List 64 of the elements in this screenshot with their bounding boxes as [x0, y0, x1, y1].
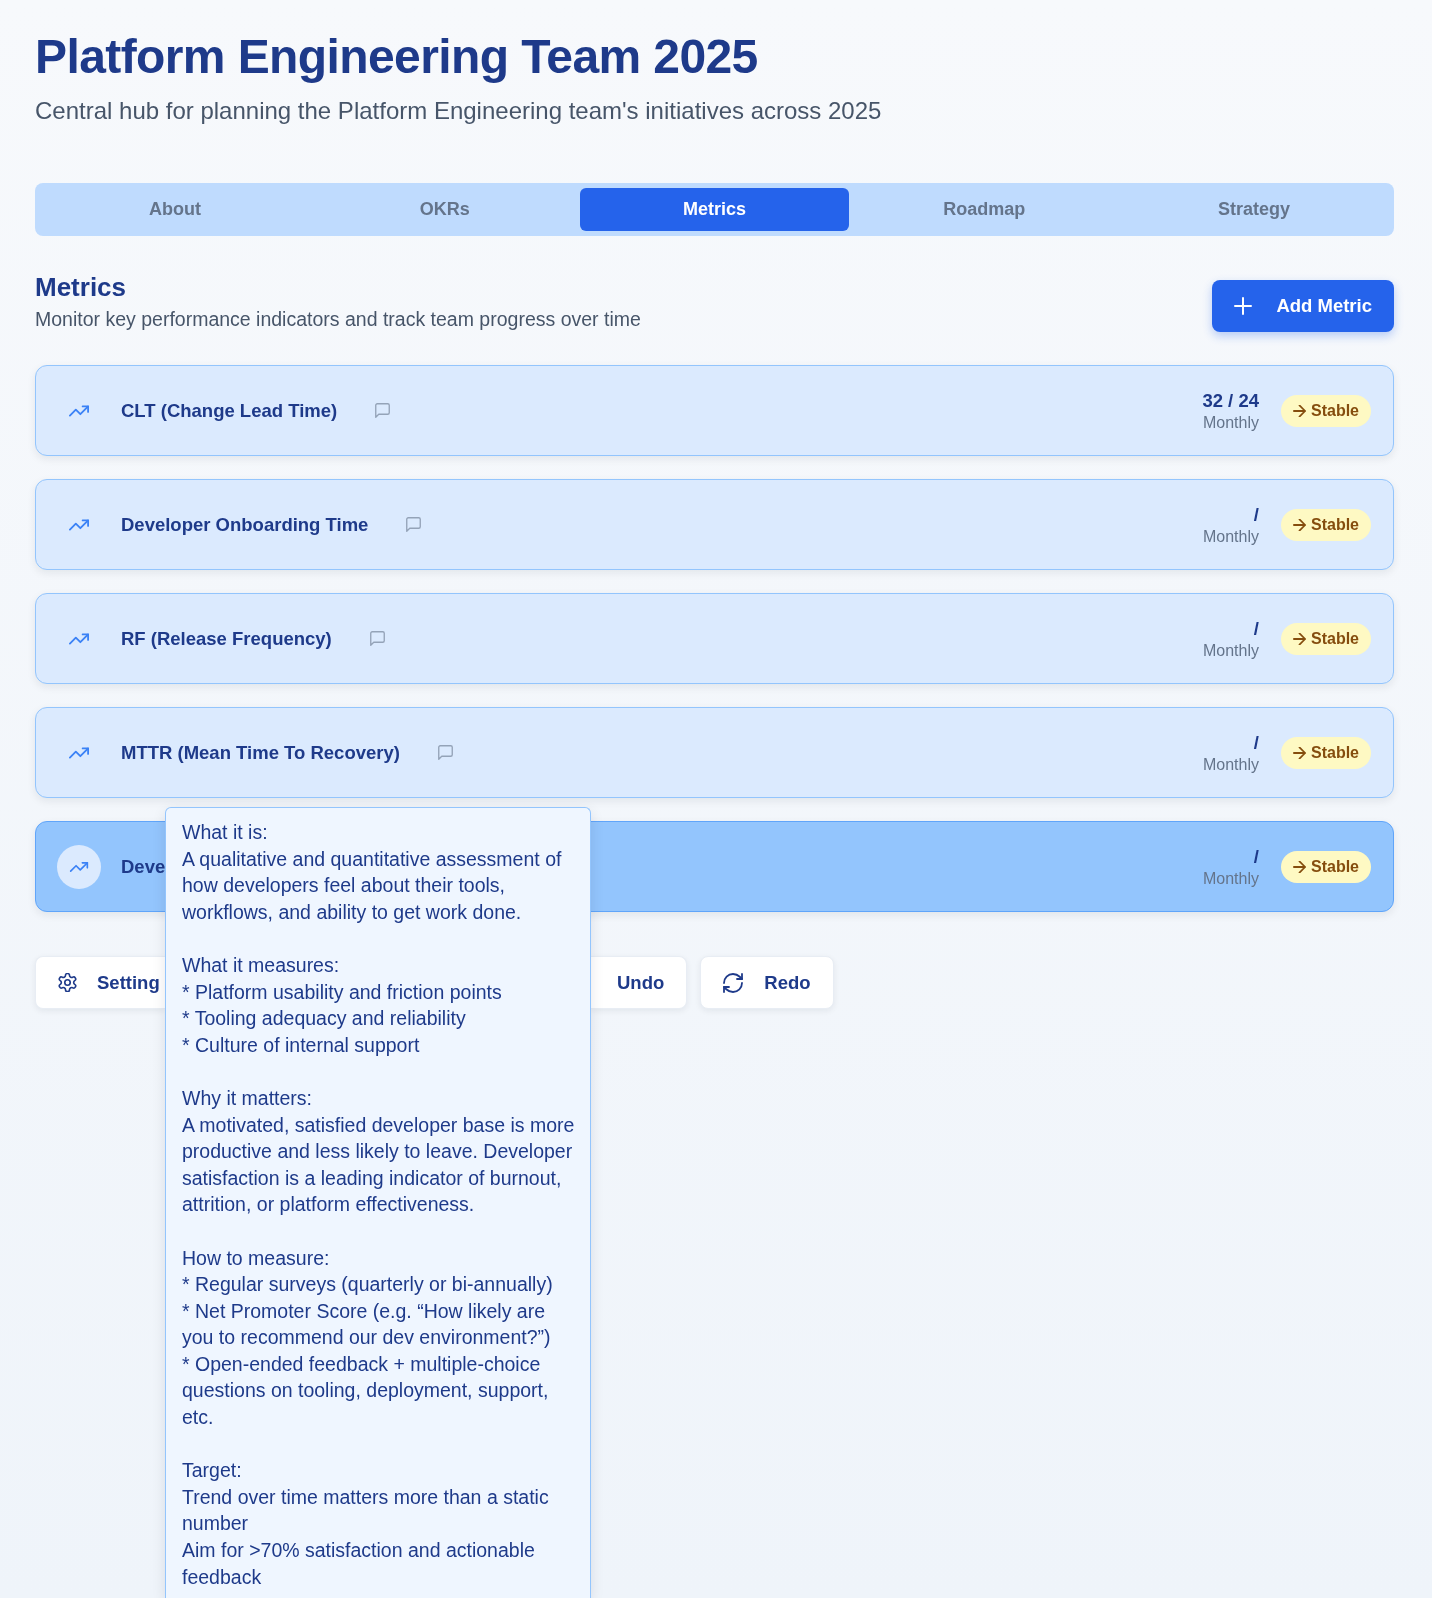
tooltip-text: * Regular surveys (quarterly or bi-annually) — [182, 1272, 554, 1298]
tooltip-heading: Target: — [182, 1458, 243, 1484]
metric-frequency: Monthly — [1202, 754, 1259, 775]
metric-row[interactable]: CLT (Change Lead Time) 32 / 24 Monthly Stable — [35, 365, 1394, 456]
arrow-right-icon — [1293, 518, 1306, 531]
status-text: Stable — [1311, 629, 1359, 648]
metric-row[interactable]: RF (Release Frequency) / Monthly Stable — [35, 593, 1394, 684]
page-subtitle: Central hub for planning the Platform Engineering team's initiatives across 2025 — [35, 96, 883, 126]
metric-value: 32 / 24 — [1202, 388, 1259, 413]
comment-icon[interactable] — [406, 517, 422, 532]
add-metric-button[interactable]: Add Metric — [1212, 280, 1394, 332]
trend-up-icon — [57, 844, 101, 889]
section-title: Metrics — [35, 271, 128, 303]
metric-name: Developer Onboarding Time — [121, 513, 369, 536]
metric-name: CLT (Change Lead Time) — [121, 399, 338, 422]
tooltip-text: Trend over time matters more than a static number — [182, 1484, 550, 1537]
metric-name: Deve — [121, 855, 166, 878]
tooltip-heading: How to measure: — [182, 1245, 331, 1271]
status-text: Stable — [1311, 515, 1359, 534]
tooltip-text: * Net Promoter Score (e.g. “How likely are you to recommend our dev environment?”) — [182, 1298, 552, 1351]
metric-frequency: Monthly — [1202, 412, 1259, 433]
refresh-icon — [723, 972, 744, 993]
metric-name: RF (Release Frequency) — [121, 627, 332, 650]
metric-value: / — [1253, 844, 1259, 869]
arrow-right-icon — [1293, 404, 1306, 417]
metric-frequency: Monthly — [1202, 640, 1259, 661]
plus-icon — [1234, 297, 1253, 315]
trend-up-icon — [69, 746, 89, 759]
redo-button[interactable]: Redo — [700, 956, 834, 1009]
settings-icon — [58, 973, 77, 992]
tooltip-text: * Tooling adequacy and reliability — [182, 1006, 467, 1032]
status-text: Stable — [1311, 401, 1359, 420]
comment-icon[interactable] — [375, 403, 391, 418]
metric-name: MTTR (Mean Time To Recovery) — [121, 741, 400, 764]
metric-frequency: Monthly — [1202, 868, 1259, 889]
status-text: Stable — [1311, 743, 1359, 762]
status-text: Stable — [1311, 857, 1359, 876]
metric-row[interactable]: Developer Onboarding Time / Monthly Stable — [35, 479, 1394, 570]
metric-value: / — [1253, 502, 1259, 527]
undo-button[interactable]: Undo — [591, 956, 688, 1009]
metric-row[interactable]: MTTR (Mean Time To Recovery) / Monthly Stable — [35, 707, 1394, 798]
comment-icon[interactable] — [437, 745, 453, 760]
metric-value: / — [1253, 616, 1259, 641]
tooltip-heading: What it is: — [182, 820, 269, 845]
tab[interactable]: Metrics — [579, 188, 850, 231]
arrow-right-icon — [1293, 860, 1306, 873]
metric-value: / — [1253, 730, 1259, 755]
arrow-right-icon — [1293, 632, 1306, 645]
tooltip-heading: Why it matters: — [182, 1085, 314, 1111]
tooltip-heading: What it measures: — [182, 952, 341, 978]
tooltip-text: * Platform usability and friction points — [182, 979, 503, 1005]
trend-up-icon — [69, 632, 89, 645]
trend-up-icon — [69, 404, 89, 417]
settings-button[interactable]: Setting — [35, 956, 165, 1009]
comment-icon[interactable] — [369, 631, 385, 646]
section-description: Monitor key performance indicators and track team progress over time — [35, 307, 641, 331]
tooltip-text: Aim for >70% satisfaction and actionable feedback — [182, 1538, 536, 1590]
tooltip-text: * Culture of internal support — [182, 1032, 421, 1058]
trend-up-icon — [69, 518, 89, 531]
page-title: Platform Engineering Team 2025 — [35, 29, 759, 85]
metric-frequency: Monthly — [1202, 526, 1259, 547]
arrow-right-icon — [1293, 746, 1306, 759]
tooltip-text: A motivated, satisfied developer base is more productive and less likely to leave. Developer satisfaction is a leading indicator of burnout, attrition, or platform effectiveness. — [182, 1112, 576, 1218]
tooltip-text: * Open-ended feedback + multiple-choice questions on tooling, deployment, support, etc. — [182, 1351, 550, 1431]
